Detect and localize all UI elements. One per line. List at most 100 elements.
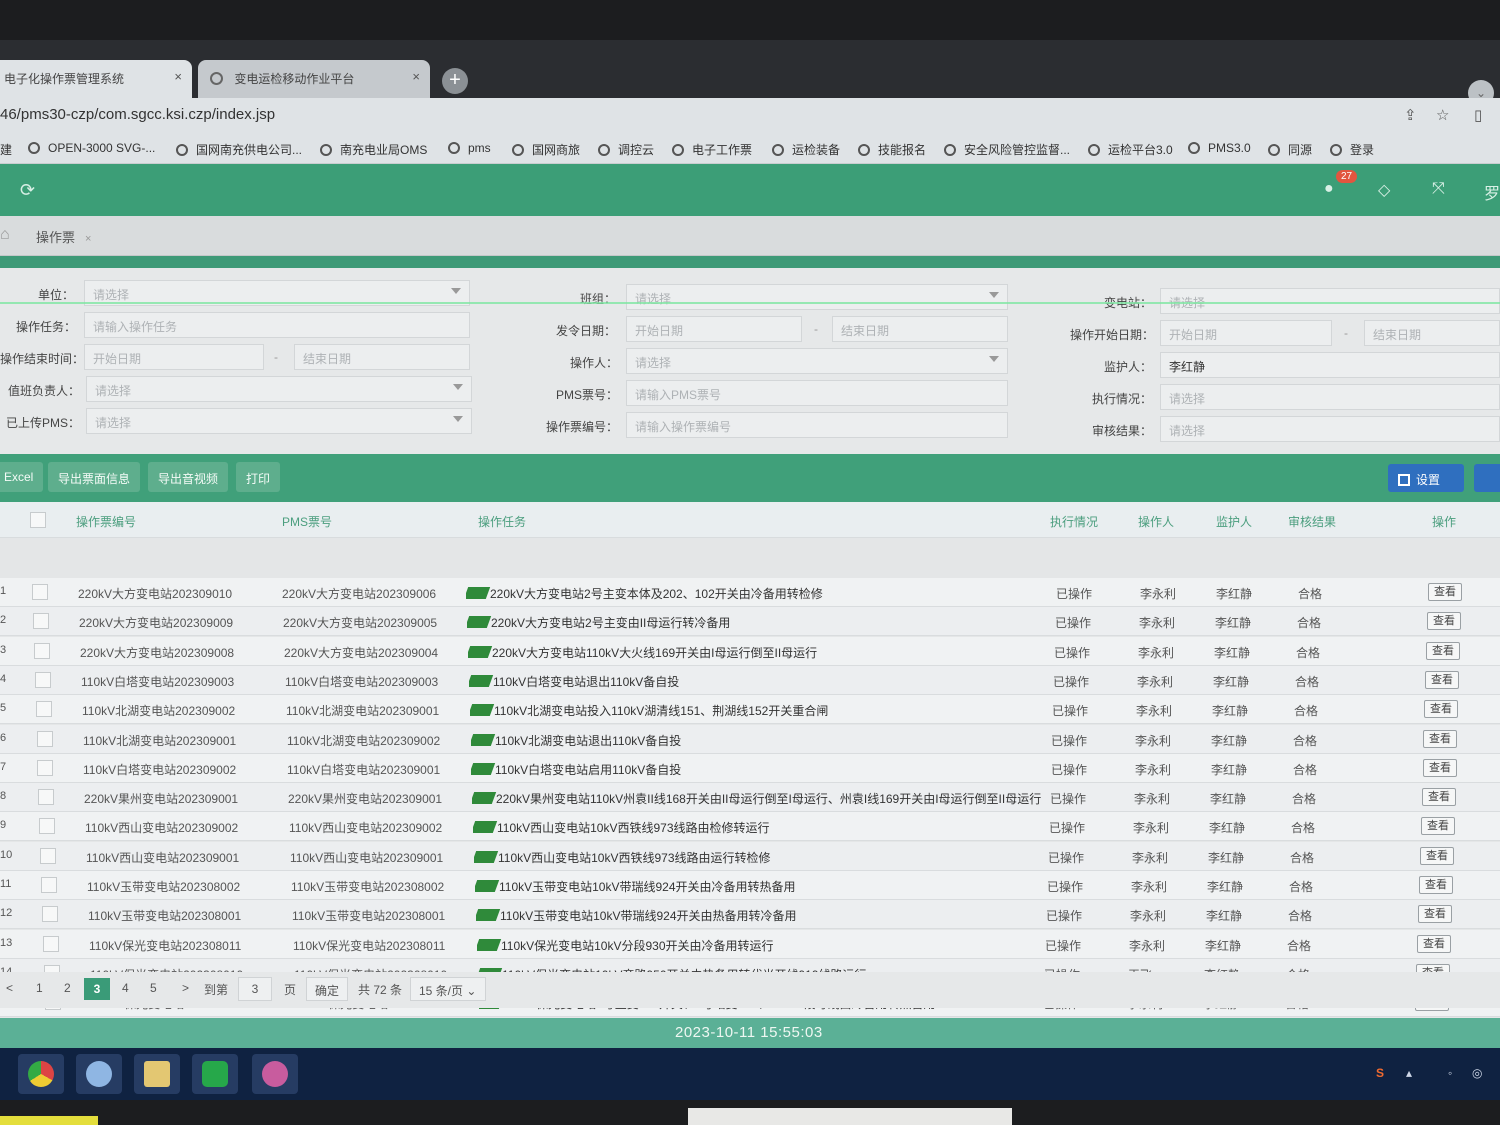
table-row[interactable]: 13 110kV保光变电站202308011 110kV保光变电站202308011…: [0, 929, 1500, 959]
col-pms-no[interactable]: PMS票号: [282, 513, 332, 530]
new-tab-button[interactable]: +: [442, 68, 468, 94]
chrome-app[interactable]: [18, 1054, 64, 1094]
view-button[interactable]: 查看: [1428, 583, 1462, 601]
app-launcher[interactable]: [76, 1054, 122, 1094]
row-checkbox[interactable]: [37, 759, 53, 776]
issue-date-end[interactable]: 结束日期: [832, 316, 1008, 342]
close-icon[interactable]: ×: [85, 233, 91, 245]
col-status[interactable]: 执行情况: [1050, 513, 1098, 530]
tab-operation-ticket[interactable]: 操作票 ×: [36, 227, 91, 246]
goto-page-input[interactable]: 3: [238, 977, 272, 1001]
table-row[interactable]: 12 110kV玉带变电站202308001 110kV玉带变电站202308001…: [0, 900, 1500, 930]
bookmark-item[interactable]: 南充电业局OMS: [320, 141, 427, 158]
row-checkbox[interactable]: [39, 818, 55, 835]
table-row[interactable]: 5 110kV北湖变电站202309002 110kV北湖变电站202309001 1…: [0, 695, 1500, 725]
select-all-checkbox[interactable]: [30, 512, 46, 528]
star-icon[interactable]: ☆: [1436, 106, 1449, 124]
row-checkbox[interactable]: [42, 906, 58, 923]
browser-tab-platform[interactable]: 变电运检移动作业平台 ×: [198, 60, 430, 98]
bookmark-item[interactable]: 运检装备: [772, 141, 840, 158]
user-avatar[interactable]: 罗: [1484, 180, 1500, 204]
bookmark-item[interactable]: 同源: [1268, 141, 1312, 158]
bookmark-item[interactable]: 技能报名: [858, 141, 926, 158]
row-checkbox[interactable]: [38, 789, 54, 806]
page-4[interactable]: 4: [122, 981, 129, 995]
col-review[interactable]: 审核结果: [1288, 513, 1336, 530]
page-2[interactable]: 2: [64, 981, 71, 995]
pms-no-input[interactable]: 请输入PMS票号: [626, 380, 1008, 406]
page-1[interactable]: 1: [36, 981, 43, 995]
col-task[interactable]: 操作任务: [478, 513, 526, 530]
issue-date-start[interactable]: 开始日期: [626, 316, 802, 342]
browser-tab-czp[interactable]: 电子化操作票管理系统 ×: [0, 60, 192, 98]
export-ticket-info-button[interactable]: 导出票面信息: [48, 462, 141, 492]
substation-select[interactable]: 请选择: [1160, 288, 1500, 314]
tray-icon[interactable]: ▴: [1406, 1066, 1412, 1080]
bell-icon[interactable]: ●: [1324, 180, 1334, 198]
media-app[interactable]: [252, 1054, 298, 1094]
view-button[interactable]: 查看: [1424, 700, 1458, 719]
print-button[interactable]: 打印: [236, 462, 281, 492]
export-av-button[interactable]: 导出音视频: [148, 462, 229, 492]
table-row[interactable]: 8 220kV果州变电站202309001 220kV果州变电站202309001 2…: [0, 783, 1500, 813]
user-tray-icon[interactable]: ◎: [1472, 1066, 1482, 1080]
table-row[interactable]: 6 110kV北湖变电站202309001 110kV北湖变电站202309002 1…: [0, 724, 1500, 754]
bookmark-item[interactable]: 国网南充供电公司...: [176, 141, 302, 158]
prev-page-button[interactable]: <: [6, 981, 13, 995]
bookmark-item[interactable]: PMS3.0: [1188, 141, 1251, 155]
share-icon[interactable]: ⇪: [1404, 106, 1417, 124]
table-row[interactable]: 3 220kV大方变电站202309008 220kV大方变电站202309004 2…: [0, 636, 1500, 666]
view-button[interactable]: 查看: [1417, 934, 1451, 953]
url-input[interactable]: 46/pms30-czp/com.sgcc.ksi.czp/index.jsp: [0, 106, 275, 123]
op-end-time-start[interactable]: 开始日期: [84, 344, 264, 370]
close-icon[interactable]: ×: [412, 69, 420, 84]
view-button[interactable]: 查看: [1419, 876, 1453, 894]
bookmark-item[interactable]: 电子工作票: [672, 141, 752, 158]
bookmark-item[interactable]: 运检平台3.0: [1088, 141, 1173, 158]
wps-app[interactable]: [192, 1054, 238, 1094]
operator-select[interactable]: 请选择: [626, 348, 1008, 374]
tag-icon[interactable]: ◇: [1378, 180, 1390, 200]
row-checkbox[interactable]: [40, 847, 56, 864]
ticket-no-input[interactable]: 请输入操作票编号: [626, 412, 1008, 438]
row-checkbox[interactable]: [34, 642, 50, 659]
file-explorer[interactable]: [134, 1054, 180, 1094]
page-3-current[interactable]: 3: [84, 978, 110, 1000]
page-size-select[interactable]: 15 条/页 ⌄: [410, 977, 486, 1001]
view-button[interactable]: 查看: [1418, 905, 1452, 924]
review-select[interactable]: 请选择: [1160, 416, 1500, 442]
bookmark-item[interactable]: 建: [0, 141, 12, 158]
bookmark-item[interactable]: OPEN-3000 SVG-...: [28, 141, 155, 155]
exec-status-select[interactable]: 请选择: [1160, 384, 1500, 410]
refresh-icon[interactable]: ⟳: [20, 180, 35, 201]
guardian-select[interactable]: 李红静: [1160, 352, 1500, 378]
row-checkbox[interactable]: [36, 701, 52, 718]
view-button[interactable]: 查看: [1420, 846, 1454, 865]
ime-icon[interactable]: S: [1376, 1066, 1384, 1080]
goto-confirm-button[interactable]: 确定: [306, 977, 349, 1001]
table-row[interactable]: 9 110kV西山变电站202309002 110kV西山变电站202309002 1…: [0, 812, 1500, 842]
op-end-time-end[interactable]: 结束日期: [294, 344, 470, 370]
page-5[interactable]: 5: [150, 981, 157, 995]
bookmark-item[interactable]: 调控云: [598, 141, 654, 158]
fullscreen-icon[interactable]: ⤧: [1432, 180, 1445, 198]
table-row[interactable]: 1 220kV大方变电站202309010 220kV大方变电站202309006 2…: [0, 578, 1500, 607]
settings-button[interactable]: 设置: [1388, 464, 1464, 492]
col-operator[interactable]: 操作人: [1138, 513, 1174, 530]
view-button[interactable]: 查看: [1422, 788, 1456, 807]
view-button[interactable]: 查看: [1421, 817, 1455, 836]
table-row[interactable]: 11 110kV玉带变电站202308002 110kV玉带变电站202308002…: [0, 871, 1500, 900]
table-row[interactable]: 2 220kV大方变电站202309009 220kV大方变电站202309005 2…: [0, 607, 1500, 637]
table-row[interactable]: 10 110kV西山变电站202309001 110kV西山变电站202309001…: [0, 841, 1500, 871]
row-checkbox[interactable]: [35, 671, 51, 688]
task-input[interactable]: 请输入操作任务: [84, 312, 470, 338]
close-icon[interactable]: ×: [174, 69, 182, 84]
view-button[interactable]: 查看: [1426, 641, 1460, 660]
op-start-date-start[interactable]: 开始日期: [1160, 320, 1332, 346]
row-checkbox[interactable]: [41, 877, 57, 893]
op-start-date-end[interactable]: 结束日期: [1364, 320, 1500, 346]
bookmark-item[interactable]: 安全风险管控监督...: [944, 141, 1070, 158]
col-guardian[interactable]: 监护人: [1216, 513, 1252, 530]
duty-lead-select[interactable]: 请选择: [86, 376, 472, 402]
sidebar-icon[interactable]: ▯: [1474, 106, 1482, 124]
